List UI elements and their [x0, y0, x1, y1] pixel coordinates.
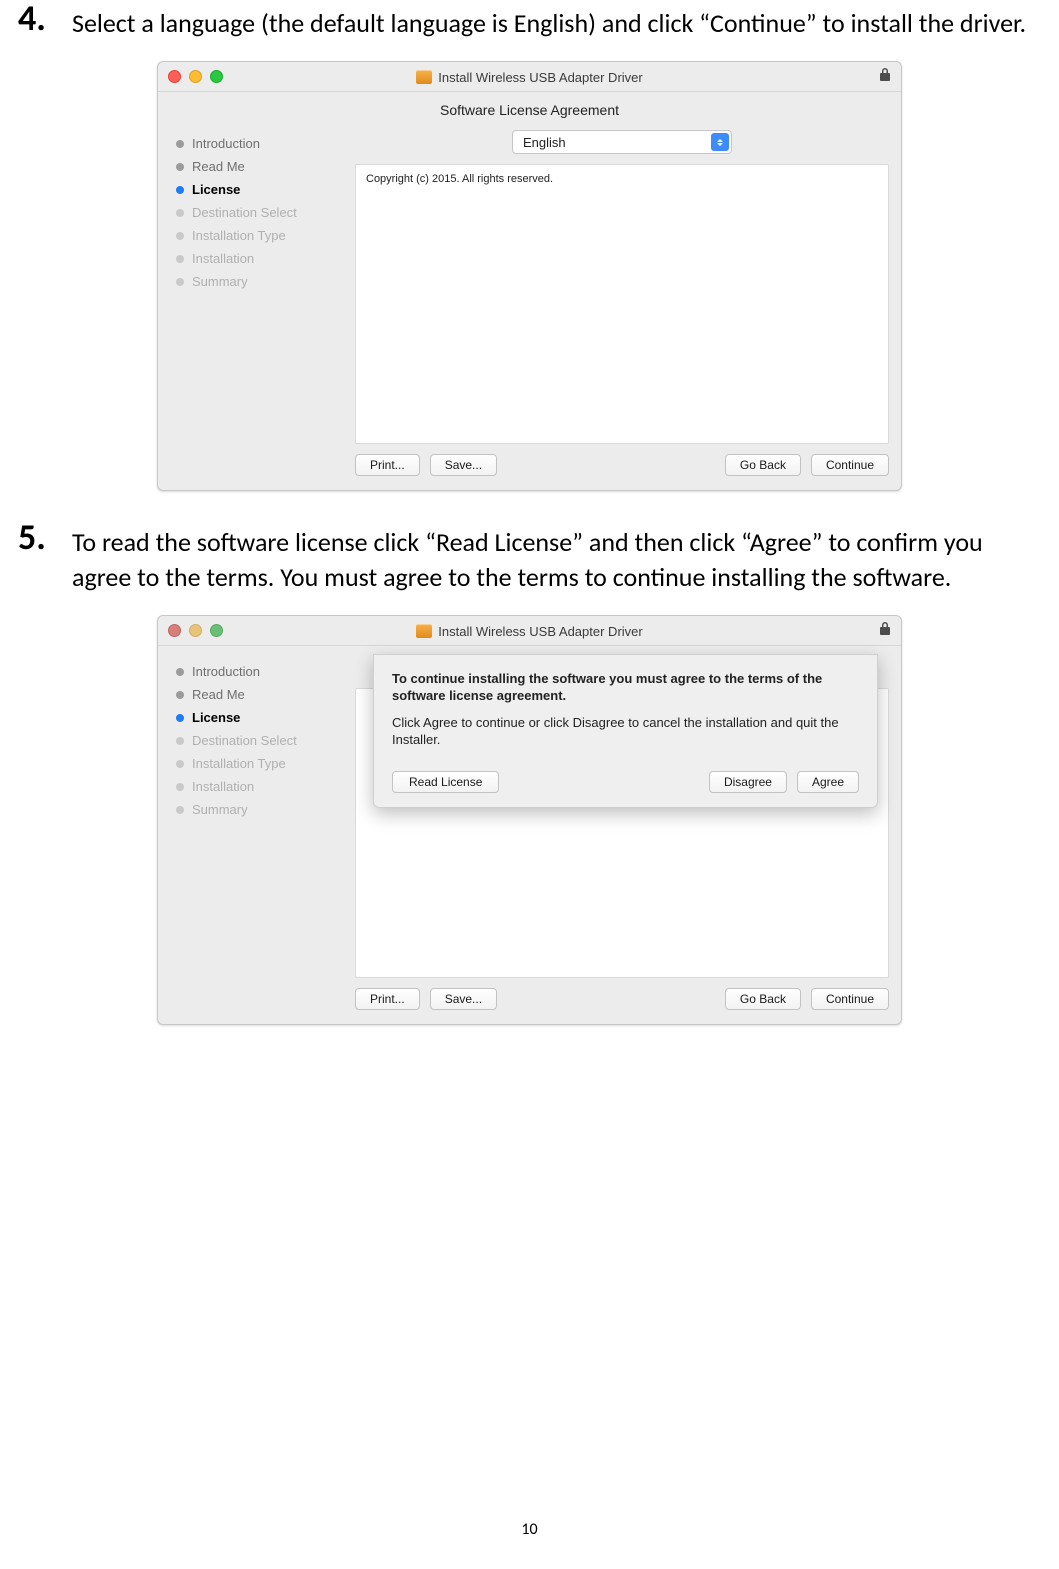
- step-bullet-icon: [176, 186, 184, 194]
- agree-sheet: To continue installing the software you …: [373, 654, 878, 808]
- page-number: 10: [0, 1520, 1059, 1539]
- read-license-button[interactable]: Read License: [392, 771, 499, 793]
- step-bullet-icon: [176, 783, 184, 791]
- installer-window-1: Install Wireless USB Adapter Driver Soft…: [157, 61, 902, 491]
- step-5: 5. To read the software license click “R…: [18, 519, 1041, 1025]
- sidebar-item-license: License: [176, 178, 341, 201]
- step-bullet-icon: [176, 691, 184, 699]
- sidebar-item-label: Introduction: [192, 136, 260, 151]
- sidebar-item-read-me: Read Me: [176, 155, 341, 178]
- sidebar-item-installation: Installation: [176, 775, 341, 798]
- window-title: Install Wireless USB Adapter Driver: [438, 624, 642, 639]
- step-bullet-icon: [176, 140, 184, 148]
- sidebar-item-summary: Summary: [176, 270, 341, 293]
- sidebar-item-label: Destination Select: [192, 733, 297, 748]
- sidebar-item-label: Installation: [192, 251, 254, 266]
- sidebar-item-installation-type: Installation Type: [176, 752, 341, 775]
- sidebar-item-label: Summary: [192, 274, 248, 289]
- sidebar-item-introduction: Introduction: [176, 660, 341, 683]
- language-select[interactable]: English: [512, 130, 732, 154]
- titlebar: Install Wireless USB Adapter Driver: [158, 62, 901, 92]
- installer-window-2: Install Wireless USB Adapter Driver Intr…: [157, 615, 902, 1025]
- step-bullet-icon: [176, 232, 184, 240]
- agree-button[interactable]: Agree: [797, 771, 859, 793]
- sidebar-item-label: Read Me: [192, 687, 245, 702]
- minimize-icon[interactable]: [189, 624, 202, 637]
- save-button[interactable]: Save...: [430, 988, 497, 1010]
- step-bullet-icon: [176, 209, 184, 217]
- step-5-text: To read the software license click “Read…: [72, 519, 1041, 595]
- sheet-explain: Click Agree to continue or click Disagre…: [392, 715, 859, 749]
- sidebar-item-label: Read Me: [192, 159, 245, 174]
- step-sidebar: Introduction Read Me License Destination…: [176, 126, 341, 476]
- lock-icon[interactable]: [879, 621, 891, 640]
- close-icon[interactable]: [168, 624, 181, 637]
- step-bullet-icon: [176, 760, 184, 768]
- license-text-area[interactable]: Copyright (c) 2015. All rights reserved.: [355, 164, 889, 444]
- disagree-button[interactable]: Disagree: [709, 771, 787, 793]
- step-bullet-icon: [176, 163, 184, 171]
- continue-button[interactable]: Continue: [811, 988, 889, 1010]
- sidebar-item-destination-select: Destination Select: [176, 201, 341, 224]
- sidebar-item-introduction: Introduction: [176, 132, 341, 155]
- step-5-number: 5.: [18, 519, 62, 555]
- step-4-number: 4.: [18, 0, 62, 36]
- step-bullet-icon: [176, 737, 184, 745]
- window-title: Install Wireless USB Adapter Driver: [438, 70, 642, 85]
- sidebar-item-label: License: [192, 182, 240, 197]
- step-sidebar: Introduction Read Me License Destination…: [176, 654, 341, 1010]
- step-bullet-icon: [176, 278, 184, 286]
- sidebar-item-label: Installation: [192, 779, 254, 794]
- sidebar-item-summary: Summary: [176, 798, 341, 821]
- lock-icon[interactable]: [879, 67, 891, 86]
- step-bullet-icon: [176, 714, 184, 722]
- chevron-up-down-icon: [711, 133, 729, 151]
- print-button[interactable]: Print...: [355, 988, 420, 1010]
- traffic-lights: [168, 70, 223, 83]
- sheet-heading: To continue installing the software you …: [392, 671, 859, 705]
- package-icon: [416, 70, 432, 84]
- sidebar-item-label: Summary: [192, 802, 248, 817]
- go-back-button[interactable]: Go Back: [725, 454, 801, 476]
- package-icon: [416, 624, 432, 638]
- sidebar-item-destination-select: Destination Select: [176, 729, 341, 752]
- sidebar-item-license: License: [176, 706, 341, 729]
- sidebar-item-label: Installation Type: [192, 228, 286, 243]
- language-select-value: English: [523, 135, 566, 150]
- sidebar-item-installation: Installation: [176, 247, 341, 270]
- step-bullet-icon: [176, 255, 184, 263]
- sidebar-item-installation-type: Installation Type: [176, 224, 341, 247]
- zoom-icon[interactable]: [210, 70, 223, 83]
- sidebar-item-label: Introduction: [192, 664, 260, 679]
- save-button[interactable]: Save...: [430, 454, 497, 476]
- step-4-text: Select a language (the default language …: [72, 0, 1041, 41]
- traffic-lights: [168, 624, 223, 637]
- titlebar: Install Wireless USB Adapter Driver: [158, 616, 901, 646]
- go-back-button[interactable]: Go Back: [725, 988, 801, 1010]
- subtitle: Software License Agreement: [158, 92, 901, 126]
- sidebar-item-label: License: [192, 710, 240, 725]
- continue-button[interactable]: Continue: [811, 454, 889, 476]
- step-bullet-icon: [176, 668, 184, 676]
- minimize-icon[interactable]: [189, 70, 202, 83]
- close-icon[interactable]: [168, 70, 181, 83]
- sidebar-item-read-me: Read Me: [176, 683, 341, 706]
- license-text: Copyright (c) 2015. All rights reserved.: [366, 173, 553, 185]
- step-4: 4. Select a language (the default langua…: [18, 0, 1041, 491]
- print-button[interactable]: Print...: [355, 454, 420, 476]
- sidebar-item-label: Installation Type: [192, 756, 286, 771]
- step-bullet-icon: [176, 806, 184, 814]
- zoom-icon[interactable]: [210, 624, 223, 637]
- sidebar-item-label: Destination Select: [192, 205, 297, 220]
